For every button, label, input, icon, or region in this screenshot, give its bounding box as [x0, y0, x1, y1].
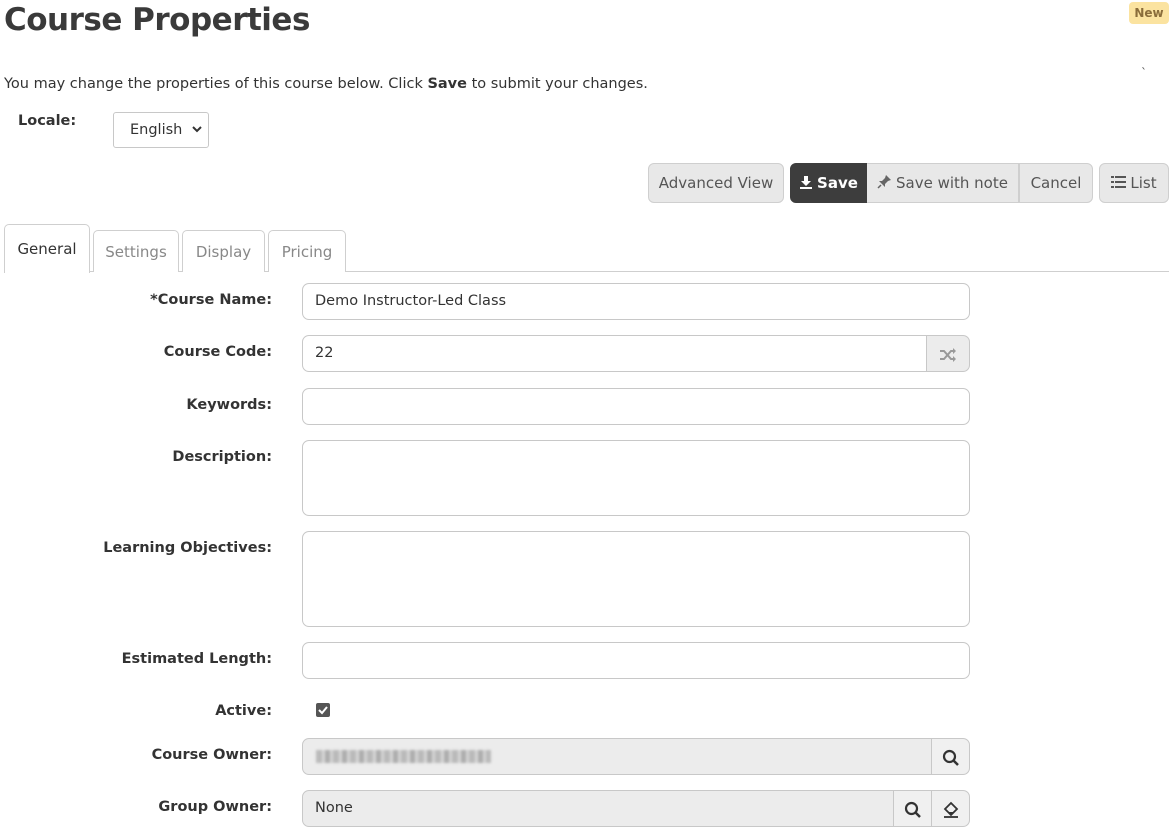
keywords-label: Keywords: — [186, 397, 272, 413]
eraser-icon — [942, 799, 960, 818]
search-icon — [904, 799, 922, 818]
tab-display[interactable]: Display — [182, 230, 265, 272]
chevron-down-icon — [192, 113, 202, 160]
learning-objectives-textarea[interactable] — [302, 531, 970, 627]
shuffle-icon — [939, 344, 957, 363]
description-label: Description: — [172, 449, 272, 465]
save-button[interactable]: Save — [790, 163, 867, 203]
check-icon — [316, 703, 330, 717]
list-button[interactable]: List — [1099, 163, 1169, 203]
cancel-button[interactable]: Cancel — [1019, 163, 1093, 203]
tab-general[interactable]: General — [4, 224, 90, 273]
estimated-length-input[interactable] — [302, 642, 970, 679]
pin-icon — [877, 165, 892, 203]
active-label: Active: — [215, 703, 272, 719]
locale-select[interactable]: English — [113, 112, 209, 148]
page-title: Course Properties — [4, 2, 310, 38]
course-owner-search-button[interactable] — [931, 738, 970, 775]
locale-selected: English — [130, 122, 183, 138]
list-label: List — [1130, 174, 1157, 192]
course-name-input[interactable]: Demo Instructor-Led Class — [302, 283, 970, 320]
save-button-group: Save Save with note Cancel — [790, 163, 1093, 203]
course-code-input[interactable]: 22 — [302, 335, 927, 372]
intro-text: You may change the properties of this co… — [4, 76, 648, 92]
course-owner-input[interactable] — [302, 738, 932, 775]
tick-mark: ` — [1141, 66, 1147, 80]
advanced-view-button[interactable]: Advanced View — [648, 163, 784, 203]
keywords-input[interactable] — [302, 388, 970, 425]
save-label: Save — [817, 174, 858, 192]
intro-before: You may change the properties of this co… — [4, 76, 428, 92]
list-icon — [1111, 165, 1127, 203]
tab-settings[interactable]: Settings — [93, 230, 179, 272]
search-icon — [942, 747, 960, 766]
intro-after: to submit your changes. — [466, 76, 648, 92]
download-icon — [799, 165, 813, 203]
group-owner-label: Group Owner: — [158, 799, 272, 815]
description-textarea[interactable] — [302, 440, 970, 516]
save-with-note-label: Save with note — [896, 174, 1008, 192]
group-owner-search-button[interactable] — [893, 790, 932, 827]
course-name-label: *Course Name: — [150, 292, 272, 308]
group-owner-clear-button[interactable] — [931, 790, 970, 827]
estimated-length-label: Estimated Length: — [121, 651, 272, 667]
new-badge[interactable]: New — [1129, 2, 1169, 24]
learning-objectives-label: Learning Objectives: — [103, 540, 272, 556]
course-owner-label: Course Owner: — [151, 747, 272, 763]
save-with-note-button[interactable]: Save with note — [867, 163, 1019, 203]
intro-bold: Save — [427, 76, 467, 92]
active-checkbox[interactable] — [316, 703, 330, 717]
shuffle-code-button[interactable] — [926, 335, 970, 372]
redacted-owner-name — [316, 750, 491, 763]
locale-label: Locale: — [18, 113, 77, 129]
course-code-label: Course Code: — [163, 344, 272, 360]
group-owner-input[interactable]: None — [302, 790, 894, 827]
tab-pricing[interactable]: Pricing — [268, 230, 346, 272]
